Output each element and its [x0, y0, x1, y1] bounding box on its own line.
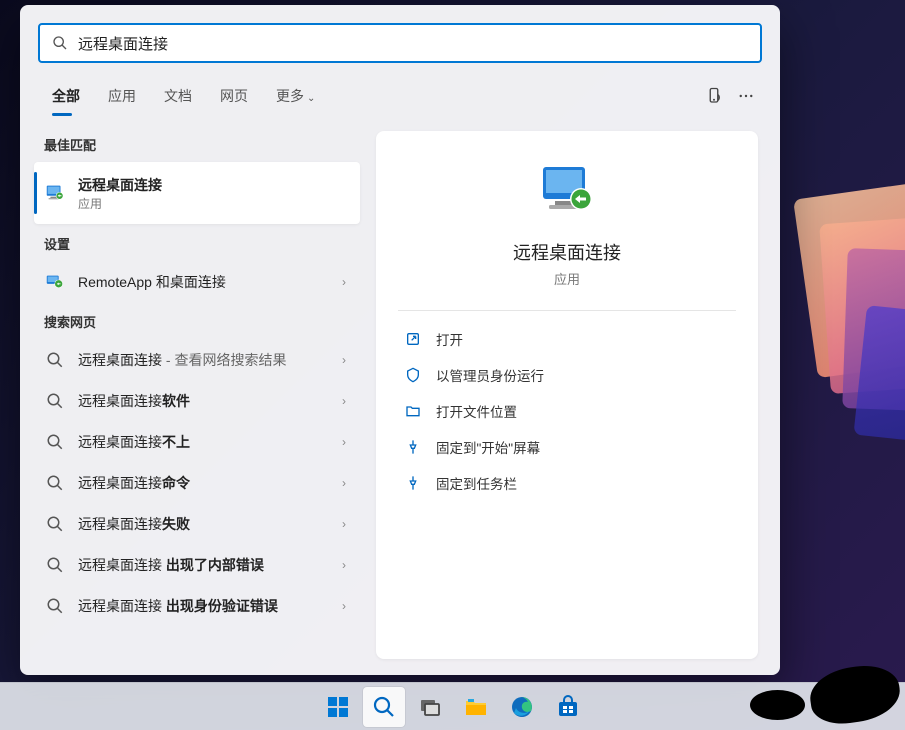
pin-icon — [404, 438, 422, 456]
chevron-right-icon: › — [338, 558, 350, 572]
result-web-5[interactable]: 远程桌面连接 出现了内部错误 › — [34, 544, 360, 585]
chevron-right-icon: › — [338, 517, 350, 531]
result-web-2[interactable]: 远程桌面连接不上 › — [34, 421, 360, 462]
taskbar-overflow-shape — [685, 682, 905, 730]
folder-icon — [404, 402, 422, 420]
preview-title: 远程桌面连接 — [398, 239, 736, 265]
result-title: RemoteApp 和桌面连接 — [78, 272, 338, 292]
search-icon — [44, 554, 66, 576]
search-input[interactable] — [78, 35, 748, 52]
result-settings-remoteapp[interactable]: RemoteApp 和桌面连接 › — [34, 261, 360, 302]
results-list: 最佳匹配 远程桌面连接 应用 设置 RemoteApp 和桌面连接 › — [20, 115, 368, 675]
result-subtitle: 应用 — [78, 195, 350, 212]
start-button[interactable] — [317, 687, 359, 727]
start-search-panel: 全部 应用 文档 网页 更多⌄ 最佳匹配 远程桌面连接 应用 设置 — [20, 5, 780, 675]
filter-row: 全部 应用 文档 网页 更多⌄ — [20, 73, 780, 115]
result-title: 远程桌面连接 — [78, 177, 162, 193]
action-pin-start[interactable]: 固定到"开始"屏幕 — [398, 429, 736, 465]
action-open[interactable]: 打开 — [398, 321, 736, 357]
chevron-right-icon: › — [338, 275, 350, 289]
more-options-icon[interactable] — [730, 80, 762, 112]
taskbar-search-button[interactable] — [363, 687, 405, 727]
shield-icon — [404, 366, 422, 384]
action-pin-taskbar[interactable]: 固定到任务栏 — [398, 465, 736, 501]
search-icon — [44, 349, 66, 371]
preview-card: 远程桌面连接 应用 打开 以管理员身份运行 打开文件位置 固定到"开始 — [376, 131, 758, 659]
chevron-right-icon: › — [338, 476, 350, 490]
search-icon — [44, 390, 66, 412]
search-icon — [52, 35, 68, 51]
search-icon — [44, 595, 66, 617]
taskbar — [0, 682, 905, 730]
remoteapp-icon — [44, 271, 66, 293]
result-web-3[interactable]: 远程桌面连接命令 › — [34, 462, 360, 503]
pin-icon — [404, 474, 422, 492]
open-icon — [404, 330, 422, 348]
section-web: 搜索网页 — [34, 302, 360, 339]
result-web-1[interactable]: 远程桌面连接软件 › — [34, 380, 360, 421]
filter-more[interactable]: 更多⌄ — [262, 78, 329, 114]
section-best-match: 最佳匹配 — [34, 125, 360, 162]
chevron-right-icon: › — [338, 599, 350, 613]
filter-docs[interactable]: 文档 — [150, 78, 206, 114]
search-icon — [44, 513, 66, 535]
mobile-link-icon[interactable] — [698, 80, 730, 112]
store-button[interactable] — [547, 687, 589, 727]
search-box[interactable] — [38, 23, 762, 63]
search-icon — [44, 431, 66, 453]
task-view-button[interactable] — [409, 687, 451, 727]
filter-all[interactable]: 全部 — [38, 78, 94, 114]
preview-app-icon — [398, 159, 736, 223]
action-open-location[interactable]: 打开文件位置 — [398, 393, 736, 429]
preview-subtitle: 应用 — [398, 269, 736, 288]
explorer-button[interactable] — [455, 687, 497, 727]
search-icon — [44, 472, 66, 494]
result-web-6[interactable]: 远程桌面连接 出现身份验证错误 › — [34, 585, 360, 626]
filter-apps[interactable]: 应用 — [94, 78, 150, 114]
action-run-admin[interactable]: 以管理员身份运行 — [398, 357, 736, 393]
result-web-0[interactable]: 远程桌面连接 - 查看网络搜索结果 › — [34, 339, 360, 380]
result-best-match[interactable]: 远程桌面连接 应用 — [34, 162, 360, 224]
result-web-4[interactable]: 远程桌面连接失败 › — [34, 503, 360, 544]
edge-button[interactable] — [501, 687, 543, 727]
chevron-down-icon: ⌄ — [307, 93, 315, 104]
rdc-app-icon — [44, 182, 66, 204]
chevron-right-icon: › — [338, 435, 350, 449]
filter-web[interactable]: 网页 — [206, 78, 262, 114]
chevron-right-icon: › — [338, 353, 350, 367]
chevron-right-icon: › — [338, 394, 350, 408]
section-settings: 设置 — [34, 224, 360, 261]
